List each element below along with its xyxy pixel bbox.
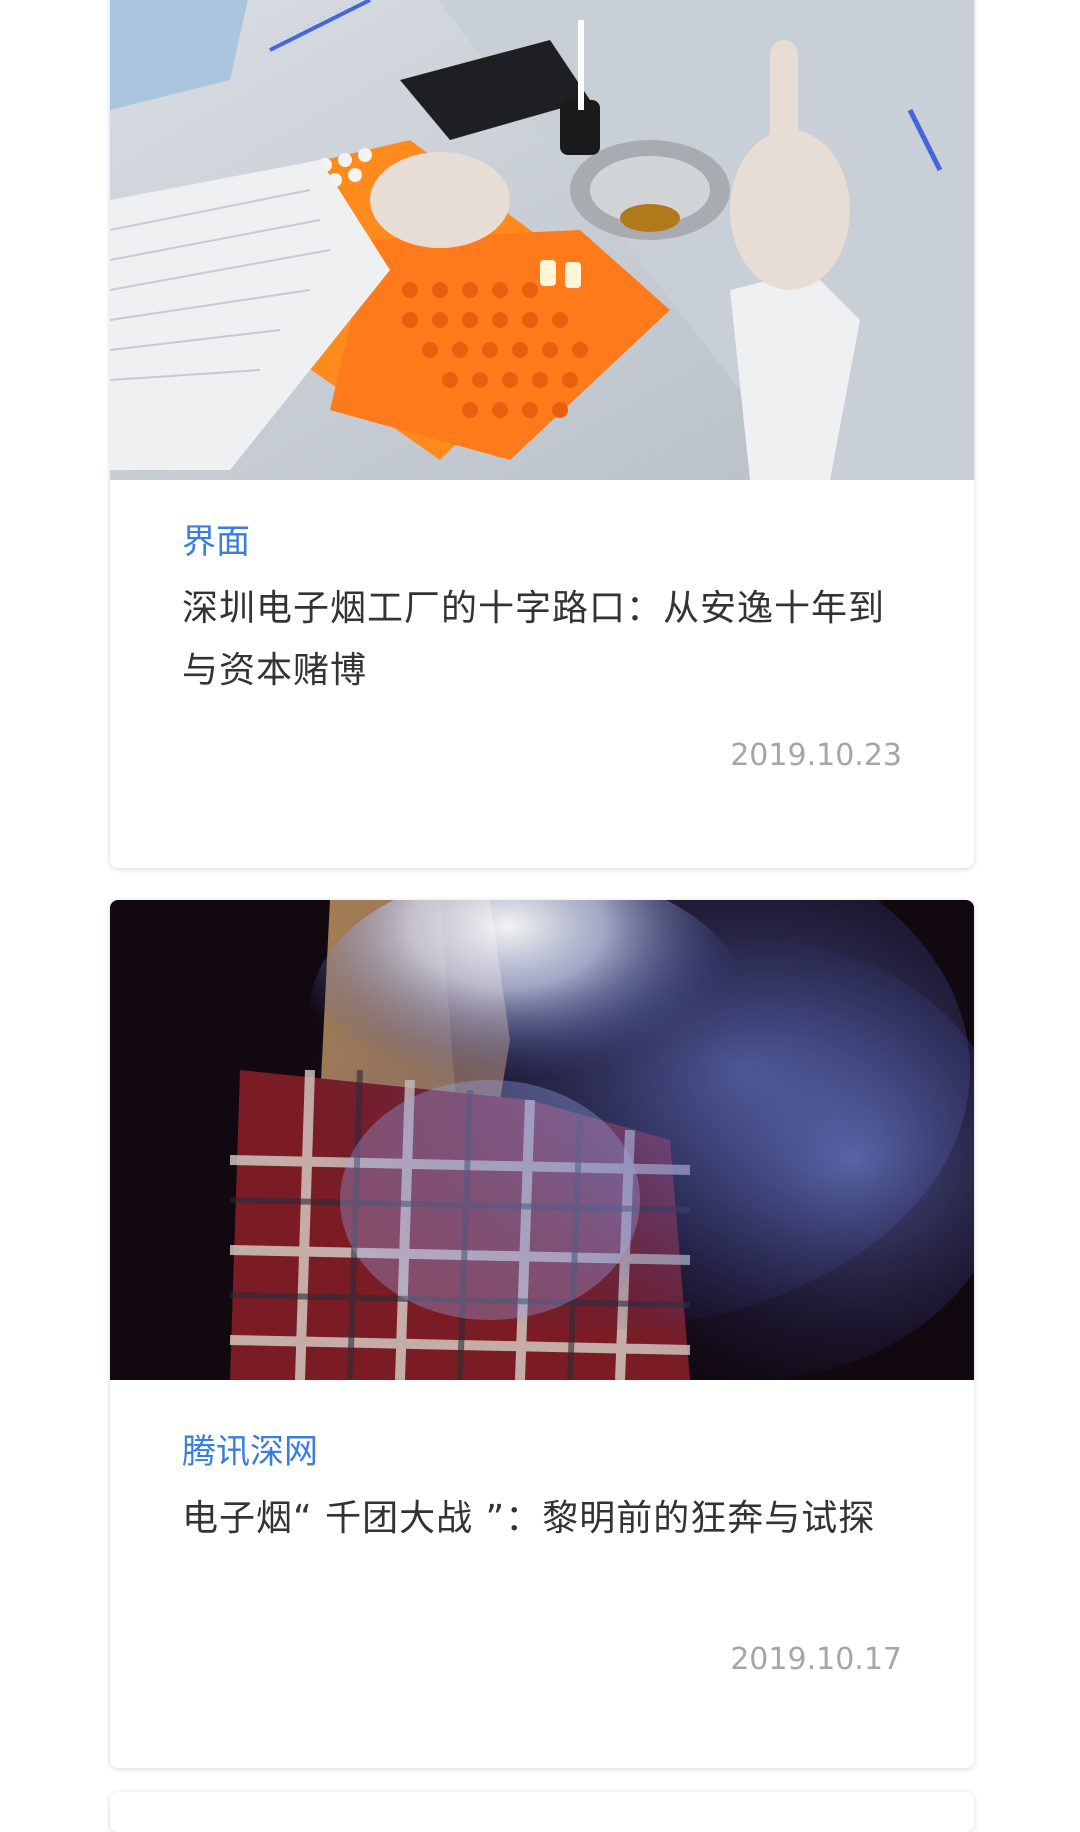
article-image [110, 900, 974, 1380]
article-title[interactable]: 电子烟“ 千团大战 ”：黎明前的狂奔与试探 [182, 1488, 902, 1550]
article-text-block: 腾讯深网 电子烟“ 千团大战 ”：黎明前的狂奔与试探 [182, 1430, 902, 1550]
article-image [110, 0, 974, 480]
article-title[interactable]: 深圳电子烟工厂的十字路口：从安逸十年到与资本赌博 [182, 578, 902, 702]
article-source[interactable]: 界面 [182, 520, 902, 564]
article-card-next[interactable] [110, 1792, 974, 1832]
article-date: 2019.10.17 [730, 1642, 902, 1677]
article-source[interactable]: 腾讯深网 [182, 1430, 902, 1474]
article-card[interactable]: 腾讯深网 电子烟“ 千团大战 ”：黎明前的狂奔与试探 2019.10.17 [110, 900, 974, 1768]
article-date: 2019.10.23 [730, 738, 902, 773]
article-card[interactable]: 界面 深圳电子烟工厂的十字路口：从安逸十年到与资本赌博 2019.10.23 [110, 0, 974, 868]
article-text-block: 界面 深圳电子烟工厂的十字路口：从安逸十年到与资本赌博 [182, 520, 902, 702]
